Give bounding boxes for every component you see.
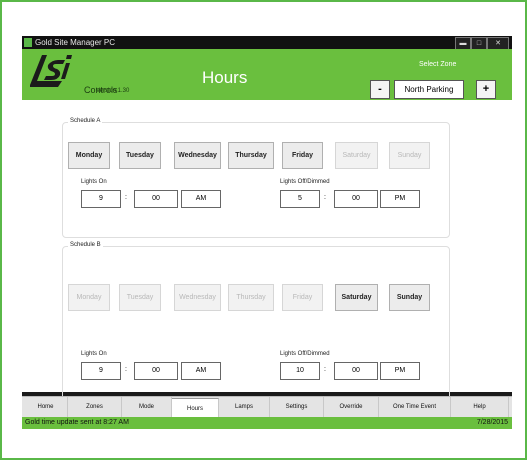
schedule-b-label: Schedule B <box>68 242 103 248</box>
zone-next-button[interactable]: + <box>476 80 496 99</box>
schedule-b-on-hour[interactable]: 9 <box>81 362 121 380</box>
tab-hours[interactable]: Hours <box>172 398 219 419</box>
schedule-a-off-ampm[interactable]: PM <box>380 190 420 208</box>
schedule-a-lights-on-label: Lights On <box>81 179 107 185</box>
schedule-b-lights-off-label: Lights Off/Dimmed <box>280 351 330 357</box>
outer-frame: Gold Site Manager PC ▬ □ ✕ Controls Vers… <box>0 0 527 460</box>
schedule-a-day-thursday[interactable]: Thursday <box>228 142 274 169</box>
tab-help[interactable]: Help <box>451 397 509 417</box>
tab-zones[interactable]: Zones <box>68 397 122 417</box>
schedule-b-group <box>62 246 450 406</box>
status-date: 7/28/2015 <box>476 419 508 426</box>
schedule-b-day-saturday[interactable]: Saturday <box>335 284 378 311</box>
schedule-b-lights-on-label: Lights On <box>81 351 107 357</box>
schedule-b-off-minute[interactable]: 00 <box>334 362 378 380</box>
lsi-logo <box>30 55 72 87</box>
schedule-b-day-thursday[interactable]: Thursday <box>228 284 274 311</box>
tab-mode[interactable]: Mode <box>122 397 172 417</box>
schedule-a-on-hour[interactable]: 9 <box>81 190 121 208</box>
app-window: Gold Site Manager PC ▬ □ ✕ Controls Vers… <box>22 36 512 429</box>
tab-one-time-event[interactable]: One Time Event <box>379 397 451 417</box>
schedule-b-day-monday[interactable]: Monday <box>68 284 110 311</box>
time-separator: : <box>324 194 326 201</box>
time-separator: : <box>125 194 127 201</box>
page-title: Hours <box>202 68 248 87</box>
schedule-b-on-minute[interactable]: 00 <box>134 362 178 380</box>
schedule-a-day-sunday[interactable]: Sunday <box>389 142 430 169</box>
schedule-a-label: Schedule A <box>68 118 103 124</box>
tab-lamps[interactable]: Lamps <box>219 397 270 417</box>
app-header: Controls Version 1.30 Hours Select Zone … <box>22 49 512 100</box>
schedule-a-day-tuesday[interactable]: Tuesday <box>119 142 161 169</box>
schedule-a-off-hour[interactable]: 5 <box>280 190 320 208</box>
schedule-a-day-wednesday[interactable]: Wednesday <box>174 142 221 169</box>
schedule-a-off-minute[interactable]: 00 <box>334 190 378 208</box>
schedule-b-day-sunday[interactable]: Sunday <box>389 284 430 311</box>
zone-field[interactable]: North Parking <box>394 80 464 99</box>
time-separator: : <box>324 366 326 373</box>
tab-override[interactable]: Override <box>324 397 379 417</box>
select-zone-label: Select Zone <box>419 61 457 68</box>
tab-settings[interactable]: Settings <box>270 397 324 417</box>
version-text: Version 1.30 <box>96 88 130 94</box>
title-bar: Gold Site Manager PC ▬ □ ✕ <box>22 36 512 50</box>
schedule-a-day-friday[interactable]: Friday <box>282 142 323 169</box>
schedule-b-day-tuesday[interactable]: Tuesday <box>119 284 161 311</box>
hours-content: Schedule A Monday Tuesday Wednesday Thursda… <box>22 100 512 406</box>
schedule-a-day-monday[interactable]: Monday <box>68 142 110 169</box>
tab-bar: Home Zones Mode Hours Lamps Settings Override O… <box>22 396 512 419</box>
app-icon <box>24 38 32 47</box>
status-bar: Gold time update sent at 8:27 AM 7/28/20… <box>22 417 512 429</box>
schedule-b-day-friday[interactable]: Friday <box>282 284 323 311</box>
schedule-b-off-ampm[interactable]: PM <box>380 362 420 380</box>
time-separator: : <box>125 366 127 373</box>
zone-prev-button[interactable]: - <box>370 80 390 99</box>
schedule-a-day-saturday[interactable]: Saturday <box>335 142 378 169</box>
schedule-b-off-hour[interactable]: 10 <box>280 362 320 380</box>
schedule-b-day-wednesday[interactable]: Wednesday <box>174 284 221 311</box>
schedule-a-on-ampm[interactable]: AM <box>181 190 221 208</box>
schedule-b-on-ampm[interactable]: AM <box>181 362 221 380</box>
status-message: Gold time update sent at 8:27 AM <box>25 419 129 426</box>
schedule-a-group <box>62 122 450 238</box>
schedule-a-lights-off-label: Lights Off/Dimmed <box>280 179 330 185</box>
tab-home[interactable]: Home <box>24 397 68 417</box>
window-title: Gold Site Manager PC <box>35 38 116 47</box>
schedule-a-on-minute[interactable]: 00 <box>134 190 178 208</box>
